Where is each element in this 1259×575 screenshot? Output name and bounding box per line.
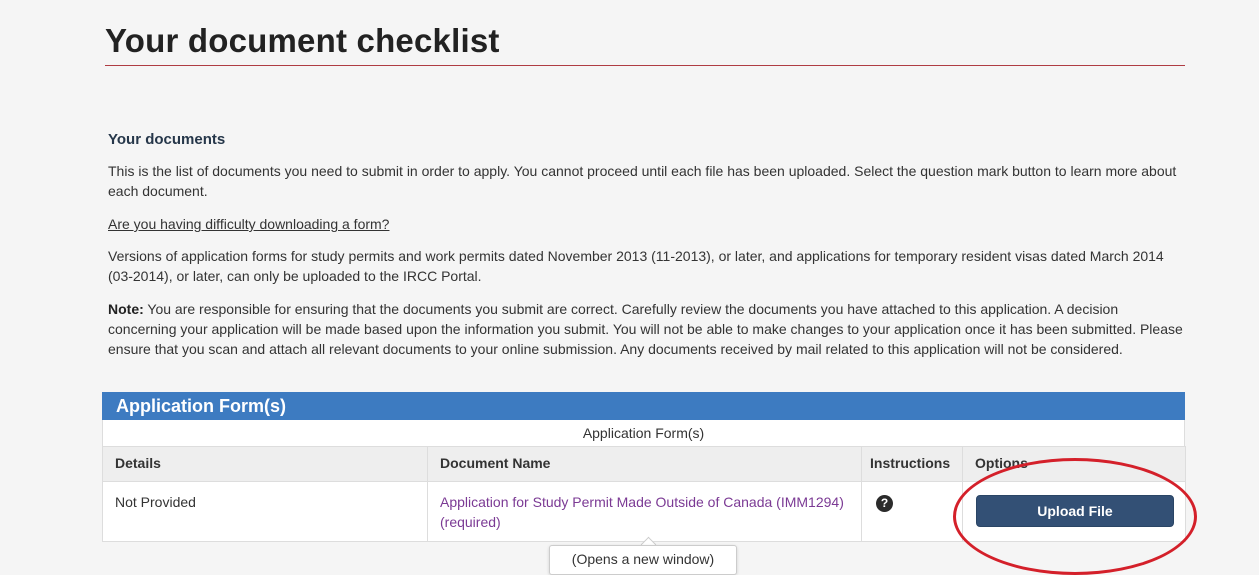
application-forms-table: Details Document Name Instructions Optio… bbox=[102, 446, 1186, 542]
row-instructions-cell: ? bbox=[861, 481, 963, 542]
row-document-name-cell: Application for Study Permit Made Outsid… bbox=[427, 481, 862, 542]
download-help-link[interactable]: Are you having difficulty downloading a … bbox=[108, 214, 389, 234]
row-options-cell: Upload File bbox=[962, 481, 1186, 542]
title-divider bbox=[105, 65, 1185, 66]
column-header-document-name: Document Name bbox=[427, 446, 862, 482]
page-title: Your document checklist bbox=[105, 22, 500, 59]
table-caption: Application Form(s) bbox=[102, 420, 1185, 446]
note-label: Note: bbox=[108, 301, 144, 317]
document-name-link[interactable]: Application for Study Permit Made Outsid… bbox=[440, 494, 844, 530]
section-heading-your-documents: Your documents bbox=[108, 131, 226, 148]
column-header-details: Details bbox=[102, 446, 428, 482]
question-mark-icon[interactable]: ? bbox=[876, 495, 893, 512]
responsibility-note-paragraph: Note: You are responsible for ensuring t… bbox=[108, 299, 1188, 359]
intro-paragraph: This is the list of documents you need t… bbox=[108, 163, 1177, 199]
opens-new-window-tooltip: (Opens a new window) bbox=[549, 545, 737, 575]
row-details-cell: Not Provided bbox=[102, 481, 428, 542]
note-text: You are responsible for ensuring that th… bbox=[108, 301, 1183, 357]
table-header-row: Details Document Name Instructions Optio… bbox=[102, 446, 1186, 482]
required-tag: (required) bbox=[440, 514, 501, 530]
document-checklist-page: Your document checklist Your documents T… bbox=[0, 0, 1259, 575]
application-forms-panel-header: Application Form(s) bbox=[102, 392, 1185, 420]
upload-file-button[interactable]: Upload File bbox=[976, 495, 1174, 527]
versions-note-paragraph: Versions of application forms for study … bbox=[108, 248, 1164, 284]
column-header-options: Options bbox=[962, 446, 1186, 482]
document-name-text: Application for Study Permit Made Outsid… bbox=[440, 494, 844, 510]
table-row: Not Provided Application for Study Permi… bbox=[102, 481, 1186, 542]
column-header-instructions: Instructions bbox=[861, 446, 963, 482]
